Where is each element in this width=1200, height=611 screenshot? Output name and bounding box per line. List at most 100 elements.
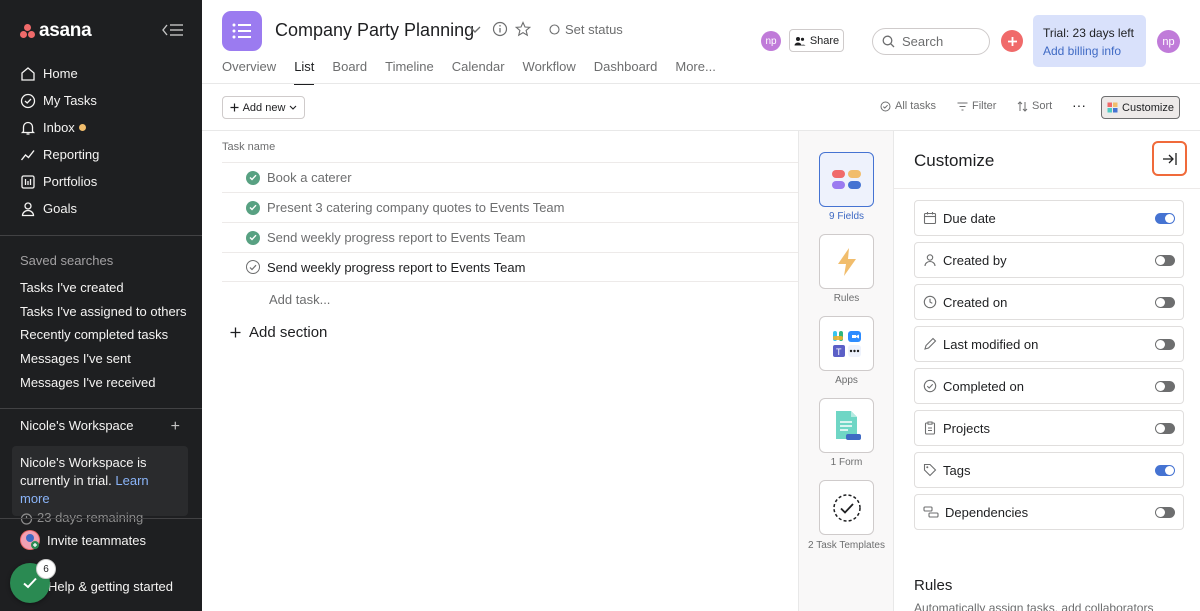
field-row-due-date[interactable]: Due date xyxy=(914,200,1184,236)
field-row-dependencies[interactable]: Dependencies xyxy=(914,494,1184,530)
project-icon[interactable] xyxy=(222,11,262,51)
task-row[interactable]: Send weekly progress report to Events Te… xyxy=(222,252,798,282)
task-name[interactable]: Book a caterer xyxy=(267,170,352,185)
add-new-label: Add new xyxy=(242,101,286,114)
task-templates-tile-label[interactable]: 2 Task Templates xyxy=(799,538,894,553)
filter-button[interactable]: Filter xyxy=(957,100,996,112)
column-header-task-name[interactable]: Task name xyxy=(222,141,275,153)
apps-tile[interactable]: T xyxy=(819,316,874,371)
field-label: Dependencies xyxy=(945,504,1029,520)
sort-icon xyxy=(1017,100,1028,112)
field-toggle[interactable] xyxy=(1155,507,1175,518)
task-row[interactable]: Send weekly progress report to Events Te… xyxy=(222,222,798,252)
sort-label: Sort xyxy=(1032,100,1053,112)
rules-tile[interactable] xyxy=(819,234,874,289)
task-name[interactable]: Send weekly progress report to Events Te… xyxy=(267,230,525,245)
add-workspace-button[interactable]: + xyxy=(171,418,180,436)
trial-days-left: Trial: 23 days left xyxy=(1043,26,1134,40)
field-row-projects[interactable]: Projects xyxy=(914,410,1184,446)
user-avatar[interactable]: np xyxy=(1157,30,1180,53)
saved-search-item[interactable]: Tasks I've assigned to others xyxy=(20,302,187,326)
add-new-button[interactable]: Add new xyxy=(222,96,305,119)
field-toggle[interactable] xyxy=(1155,213,1175,224)
sidebar-item-inbox[interactable]: Inbox xyxy=(14,114,190,141)
tab-more[interactable]: More... xyxy=(675,59,715,83)
all-tasks-button[interactable]: All tasks xyxy=(880,100,936,112)
workspace-row[interactable]: Nicole's Workspace + xyxy=(20,418,180,438)
task-row[interactable]: Present 3 catering company quotes to Eve… xyxy=(222,192,798,222)
tab-calendar[interactable]: Calendar xyxy=(452,59,505,83)
field-label: Created by xyxy=(943,252,1007,268)
task-complete-checkbox[interactable] xyxy=(246,200,260,215)
task-complete-checkbox[interactable] xyxy=(246,170,260,185)
task-complete-checkbox[interactable] xyxy=(246,260,260,274)
fields-tile-label[interactable]: 9 Fields xyxy=(799,209,894,224)
task-template-icon xyxy=(832,493,861,522)
set-status-button[interactable]: Set status xyxy=(549,22,623,37)
sidebar-item-my-tasks[interactable]: My Tasks xyxy=(14,87,190,114)
info-icon[interactable] xyxy=(492,21,508,37)
add-task-button[interactable]: Add task... xyxy=(269,292,330,307)
field-toggle[interactable] xyxy=(1155,423,1175,434)
saved-search-item[interactable]: Recently completed tasks xyxy=(20,325,187,349)
fields-tile[interactable] xyxy=(819,152,874,207)
tab-board[interactable]: Board xyxy=(332,59,367,83)
saved-search-item[interactable]: Tasks I've created xyxy=(20,278,187,302)
field-label: Due date xyxy=(943,210,996,226)
sidebar-item-label: Inbox xyxy=(43,120,75,135)
field-toggle[interactable] xyxy=(1155,255,1175,266)
field-toggle[interactable] xyxy=(1155,297,1175,308)
field-row-last-modified-on[interactable]: Last modified on xyxy=(914,326,1184,362)
asana-logo[interactable]: asana xyxy=(20,20,92,42)
add-billing-link[interactable]: Add billing info xyxy=(1043,42,1136,60)
task-templates-tile[interactable] xyxy=(819,480,874,535)
form-tile-label[interactable]: 1 Form xyxy=(799,455,894,470)
tab-list[interactable]: List xyxy=(294,59,315,85)
sort-button[interactable]: Sort xyxy=(1017,100,1052,112)
tab-timeline[interactable]: Timeline xyxy=(385,59,434,83)
asana-logo-icon xyxy=(20,24,36,38)
invite-label: Invite teammates xyxy=(47,532,146,548)
field-row-completed-on[interactable]: Completed on xyxy=(914,368,1184,404)
customize-button[interactable]: Customize xyxy=(1101,96,1180,119)
field-row-tags[interactable]: Tags xyxy=(914,452,1184,488)
collapse-sidebar-icon[interactable] xyxy=(161,20,185,40)
tab-workflow[interactable]: Workflow xyxy=(523,59,576,83)
member-avatar[interactable]: np xyxy=(761,31,781,51)
task-complete-checkbox[interactable] xyxy=(246,230,260,245)
more-options-button[interactable]: ··· xyxy=(1072,97,1086,113)
tab-overview[interactable]: Overview xyxy=(222,59,276,83)
sidebar-item-home[interactable]: Home xyxy=(14,60,190,87)
field-row-created-by[interactable]: Created by xyxy=(914,242,1184,278)
workspace-name: Nicole's Workspace xyxy=(20,418,134,433)
help-link[interactable]: Help & getting started xyxy=(48,579,173,594)
saved-search-item[interactable]: Messages I've received xyxy=(20,373,187,397)
field-row-created-on[interactable]: Created on xyxy=(914,284,1184,320)
tab-dashboard[interactable]: Dashboard xyxy=(594,59,658,83)
trial-badge[interactable]: Trial: 23 days left Add billing info xyxy=(1033,15,1146,67)
task-name[interactable]: Send weekly progress report to Events Te… xyxy=(267,260,525,275)
search-input[interactable]: Search xyxy=(872,28,990,55)
field-toggle[interactable] xyxy=(1155,381,1175,392)
star-icon[interactable] xyxy=(515,21,531,37)
form-tile[interactable] xyxy=(819,398,874,453)
add-section-button[interactable]: Add section xyxy=(230,324,327,341)
close-panel-button[interactable] xyxy=(1152,141,1187,176)
sidebar-item-reporting[interactable]: Reporting xyxy=(14,141,190,168)
rules-tile-label[interactable]: Rules xyxy=(799,291,894,306)
field-toggle[interactable] xyxy=(1155,465,1175,476)
saved-search-item[interactable]: Messages I've sent xyxy=(20,349,187,373)
apps-tile-label[interactable]: Apps xyxy=(799,373,894,388)
chevron-down-icon[interactable] xyxy=(469,26,481,34)
filter-icon xyxy=(957,101,968,111)
task-name[interactable]: Present 3 catering company quotes to Eve… xyxy=(267,200,564,215)
sidebar-item-goals[interactable]: Goals xyxy=(14,195,190,222)
invite-teammates-button[interactable]: Invite teammates xyxy=(20,530,146,550)
task-row[interactable]: Book a caterer xyxy=(222,162,798,192)
check-circle-icon xyxy=(20,93,36,108)
field-toggle[interactable] xyxy=(1155,339,1175,350)
sidebar-item-portfolios[interactable]: Portfolios xyxy=(14,168,190,195)
project-title[interactable]: Company Party Planning xyxy=(275,20,474,41)
quick-add-button[interactable] xyxy=(1001,30,1023,52)
share-button[interactable]: Share xyxy=(789,29,844,52)
